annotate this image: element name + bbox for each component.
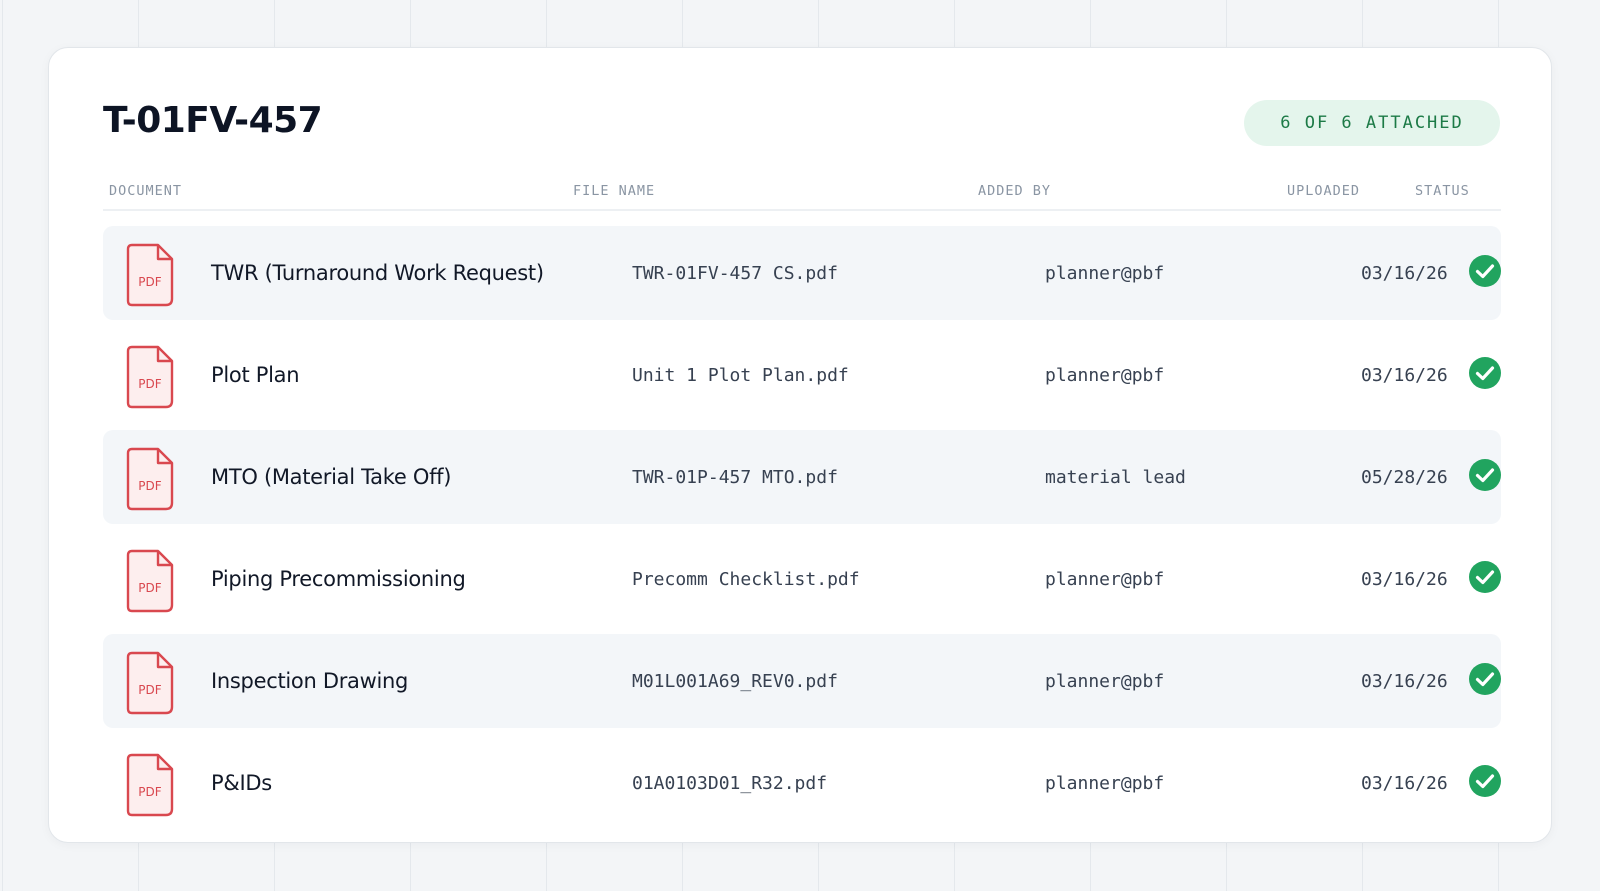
table-header: DOCUMENT FILE NAME ADDED BY UPLOADED STA…: [103, 176, 1501, 211]
table-row[interactable]: PDF TWR (Turnaround Work Request) TWR-01…: [103, 226, 1501, 320]
added-by: planner@pbf: [1045, 364, 1165, 386]
upload-date: 03/16/26: [1361, 670, 1448, 692]
pdf-file-icon: PDF: [126, 345, 174, 409]
pdf-icon-label: PDF: [138, 275, 161, 289]
check-circle-icon: [1469, 357, 1501, 389]
pdf-icon-label: PDF: [138, 581, 161, 595]
pdf-icon-label: PDF: [138, 785, 161, 799]
pdf-file-icon: PDF: [126, 651, 174, 715]
added-by: material lead: [1045, 466, 1186, 488]
upload-date: 03/16/26: [1361, 772, 1448, 794]
upload-date: 03/16/26: [1361, 364, 1448, 386]
pdf-icon-label: PDF: [138, 479, 161, 493]
column-header-added-by[interactable]: ADDED BY: [978, 183, 1051, 199]
file-name[interactable]: Unit 1 Plot Plan.pdf: [632, 328, 849, 422]
pdf-file-icon: PDF: [126, 447, 174, 511]
file-name[interactable]: 01A0103D01_R32.pdf: [632, 736, 827, 830]
document-name: Plot Plan: [211, 363, 300, 387]
file-name[interactable]: M01L001A69_REV0.pdf: [632, 634, 838, 728]
column-header-uploaded[interactable]: UPLOADED: [1287, 183, 1360, 199]
table-row[interactable]: PDF Inspection Drawing M01L001A69_REV0.p…: [103, 634, 1501, 728]
document-name: Inspection Drawing: [211, 669, 409, 693]
file-name[interactable]: TWR-01FV-457 CS.pdf: [632, 226, 838, 320]
table-row[interactable]: PDF Plot Plan Unit 1 Plot Plan.pdf plann…: [103, 328, 1501, 422]
added-by: planner@pbf: [1045, 670, 1165, 692]
documents-card: T-01FV-457 6 OF 6 ATTACHED DOCUMENT FILE…: [48, 47, 1552, 843]
document-list: PDF TWR (Turnaround Work Request) TWR-01…: [103, 226, 1501, 838]
page-title: T-01FV-457: [103, 100, 323, 141]
document-name: Piping Precommissioning: [211, 567, 466, 591]
check-circle-icon: [1469, 765, 1501, 797]
check-circle-icon: [1469, 459, 1501, 491]
check-circle-icon: [1469, 561, 1501, 593]
file-name[interactable]: Precomm Checklist.pdf: [632, 532, 860, 626]
added-by: planner@pbf: [1045, 772, 1165, 794]
pdf-icon-label: PDF: [138, 683, 161, 697]
pdf-file-icon: PDF: [126, 243, 174, 307]
added-by: planner@pbf: [1045, 262, 1165, 284]
pdf-icon-label: PDF: [138, 377, 161, 391]
upload-date: 03/16/26: [1361, 262, 1448, 284]
added-by: planner@pbf: [1045, 568, 1165, 590]
table-row[interactable]: PDF P&IDs 01A0103D01_R32.pdf planner@pbf…: [103, 736, 1501, 830]
document-name: P&IDs: [211, 771, 272, 795]
column-header-file-name[interactable]: FILE NAME: [573, 183, 655, 199]
table-row[interactable]: PDF Piping Precommissioning Precomm Chec…: [103, 532, 1501, 626]
check-circle-icon: [1469, 255, 1501, 287]
pdf-file-icon: PDF: [126, 549, 174, 613]
document-name: MTO (Material Take Off): [211, 465, 452, 489]
check-circle-icon: [1469, 663, 1501, 695]
upload-date: 03/16/26: [1361, 568, 1448, 590]
table-row[interactable]: PDF MTO (Material Take Off) TWR-01P-457 …: [103, 430, 1501, 524]
file-name[interactable]: TWR-01P-457 MTO.pdf: [632, 430, 838, 524]
pdf-file-icon: PDF: [126, 753, 174, 817]
column-header-status[interactable]: STATUS: [1415, 183, 1470, 199]
document-name: TWR (Turnaround Work Request): [211, 261, 544, 285]
upload-date: 05/28/26: [1361, 466, 1448, 488]
attachment-count-badge: 6 OF 6 ATTACHED: [1244, 100, 1500, 146]
column-header-document[interactable]: DOCUMENT: [109, 183, 182, 199]
